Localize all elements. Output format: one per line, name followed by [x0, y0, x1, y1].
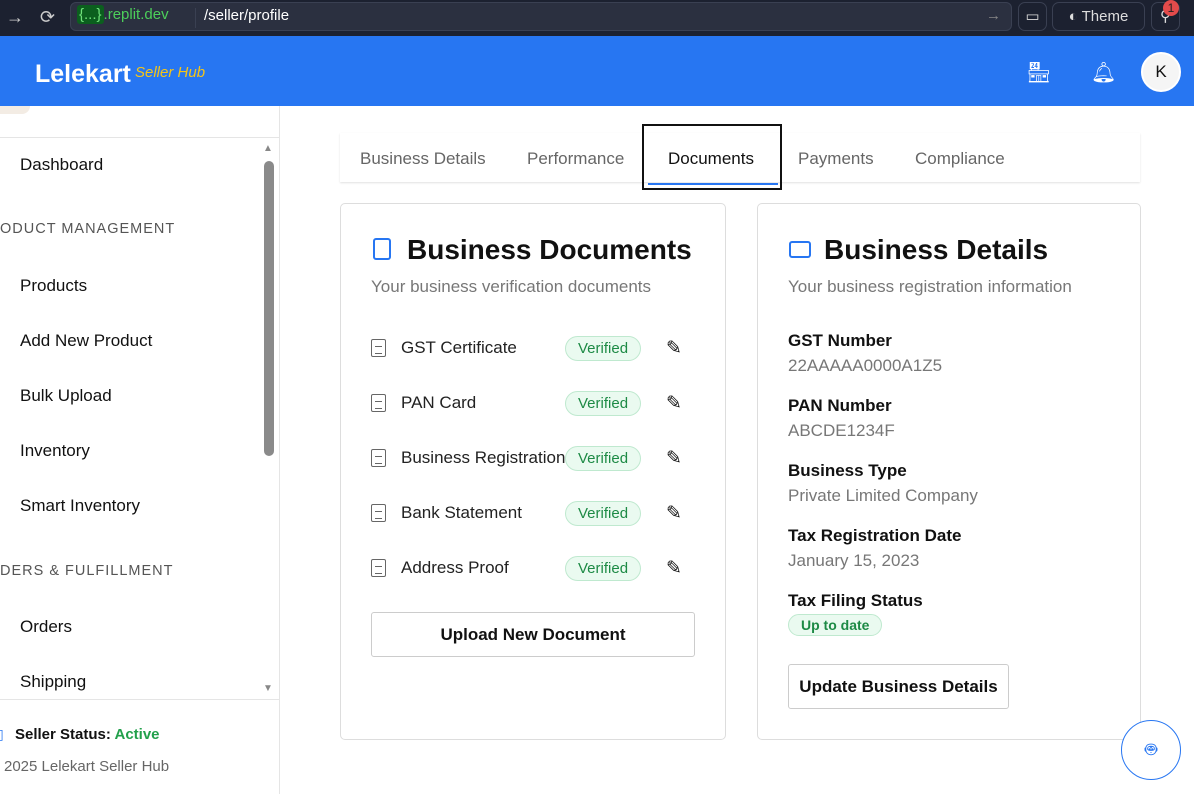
sidebar-item-add-product[interactable]: Add New Product: [20, 331, 152, 351]
card-title: Business Details: [824, 234, 1049, 265]
app-header: Lelekart Seller Hub 🏪︎ 🔔︎ K: [0, 36, 1194, 106]
sidebar-top-element: [0, 106, 30, 114]
scroll-up-icon[interactable]: ▲: [263, 143, 273, 154]
sidebar-item-smart-inventory[interactable]: Smart Inventory: [20, 496, 140, 516]
list-item: Business Registration Verified ✎: [371, 446, 691, 477]
file-icon: [371, 449, 386, 467]
sidebar-item-orders[interactable]: Orders: [20, 617, 72, 637]
theme-button[interactable]: ◐ Theme: [1052, 2, 1145, 31]
tab-focus-ring: [642, 124, 782, 190]
document-name: Business Registration: [401, 448, 566, 467]
section-product-management: ODUCT MANAGEMENT: [0, 221, 176, 237]
card-subtitle: Your business verification documents: [371, 277, 652, 296]
sidebar-item-products[interactable]: Products: [20, 276, 87, 296]
field-label: Tax Filing Status: [788, 591, 923, 610]
tab-compliance[interactable]: Compliance: [915, 149, 1005, 169]
url-path: /seller/profile: [195, 8, 289, 28]
logo[interactable]: Lelekart: [35, 60, 131, 89]
document-icon: [373, 238, 391, 260]
field-label: GST Number: [788, 331, 892, 350]
edit-icon[interactable]: ✎: [666, 447, 682, 470]
seller-status: Seller Status: Active: [15, 726, 160, 743]
bell-icon[interactable]: 🔔︎: [1091, 60, 1116, 85]
list-item: PAN Card Verified ✎: [371, 391, 691, 422]
reload-icon[interactable]: ⟳: [40, 7, 55, 28]
devices-button[interactable]: ▭: [1018, 2, 1047, 31]
edit-icon[interactable]: ✎: [666, 502, 682, 525]
document-name: Bank Statement: [401, 503, 522, 522]
store-icon[interactable]: 🏪︎: [1026, 60, 1051, 85]
tab-performance[interactable]: Performance: [527, 149, 624, 169]
document-name: Address Proof: [401, 558, 509, 577]
browser-toolbar: → ⟳ {...} .replit.dev /seller/profile → ▭…: [0, 0, 1194, 36]
status-badge: Verified: [565, 336, 642, 361]
logo-subtitle: Seller Hub: [135, 64, 206, 81]
field-value: 22AAAAA0000A1Z5: [788, 356, 943, 375]
list-item: Bank Statement Verified ✎: [371, 501, 691, 532]
field-value: Private Limited Company: [788, 486, 978, 505]
sidebar-item-dashboard[interactable]: Dashboard: [20, 155, 103, 175]
divider: [0, 699, 279, 700]
document-name: GST Certificate: [401, 338, 517, 357]
url-host: {...} .replit.dev: [77, 5, 169, 24]
list-item: Address Proof Verified ✎: [371, 556, 691, 587]
field-label: PAN Number: [788, 396, 892, 415]
field-label: Tax Registration Date: [788, 526, 962, 545]
scroll-down-icon[interactable]: ▼: [263, 683, 273, 694]
go-icon[interactable]: →: [986, 7, 1001, 24]
sidebar-item-shipping[interactable]: Shipping: [20, 672, 86, 692]
file-icon: [371, 339, 386, 357]
sidebar-item-inventory[interactable]: Inventory: [20, 441, 90, 461]
business-documents-card: Business Documents Your business verific…: [340, 203, 726, 740]
field-value: January 15, 2023: [788, 551, 920, 570]
update-business-details-button[interactable]: Update Business Details: [788, 664, 1009, 709]
upload-document-button[interactable]: Upload New Document: [371, 612, 695, 657]
field-value: ABCDE1234F: [788, 421, 895, 440]
sidebar: Dashboard ODUCT MANAGEMENT Products Add …: [0, 106, 280, 794]
tab-business-details[interactable]: Business Details: [360, 149, 486, 169]
document-name: PAN Card: [401, 393, 477, 412]
sidebar-item-bulk-upload[interactable]: Bulk Upload: [20, 386, 112, 406]
divider: [0, 137, 279, 138]
status-badge: Verified: [565, 446, 642, 471]
field-label: Business Type: [788, 461, 907, 480]
store-icon: ▯: [0, 726, 4, 743]
active-tab-indicator: [648, 183, 778, 185]
address-bar[interactable]: {...} .replit.dev /seller/profile →: [70, 2, 1012, 31]
edit-icon[interactable]: ✎: [666, 392, 682, 415]
status-badge: Verified: [565, 501, 642, 526]
forward-icon[interactable]: →: [6, 7, 24, 28]
section-orders-fulfillment: DERS & FULFILLMENT: [0, 563, 174, 579]
copyright: 2025 Lelekart Seller Hub: [4, 758, 170, 775]
edit-icon[interactable]: ✎: [666, 337, 682, 360]
chatbot-button[interactable]: 🤖︎: [1121, 720, 1181, 780]
file-icon: [371, 394, 386, 412]
edit-icon[interactable]: ✎: [666, 557, 682, 580]
notification-badge: 1: [1163, 0, 1179, 16]
card-title: Business Documents: [407, 234, 692, 265]
bot-icon: 🤖︎: [1145, 739, 1157, 761]
avatar[interactable]: K: [1141, 52, 1181, 92]
file-icon: [371, 559, 386, 577]
card-subtitle: Your business registration information: [788, 277, 1072, 296]
status-badge: Verified: [565, 391, 642, 416]
file-icon: [371, 504, 386, 522]
tab-payments[interactable]: Payments: [798, 149, 874, 169]
sidebar-scrollbar[interactable]: ▲ ▼: [262, 143, 276, 698]
scrollbar-thumb[interactable]: [264, 161, 274, 456]
briefcase-icon: [789, 241, 811, 258]
business-details-card: Business Details Your business registrat…: [757, 203, 1141, 740]
list-item: GST Certificate Verified ✎: [371, 336, 691, 367]
status-badge: Up to date: [788, 614, 883, 636]
status-badge: Verified: [565, 556, 642, 581]
